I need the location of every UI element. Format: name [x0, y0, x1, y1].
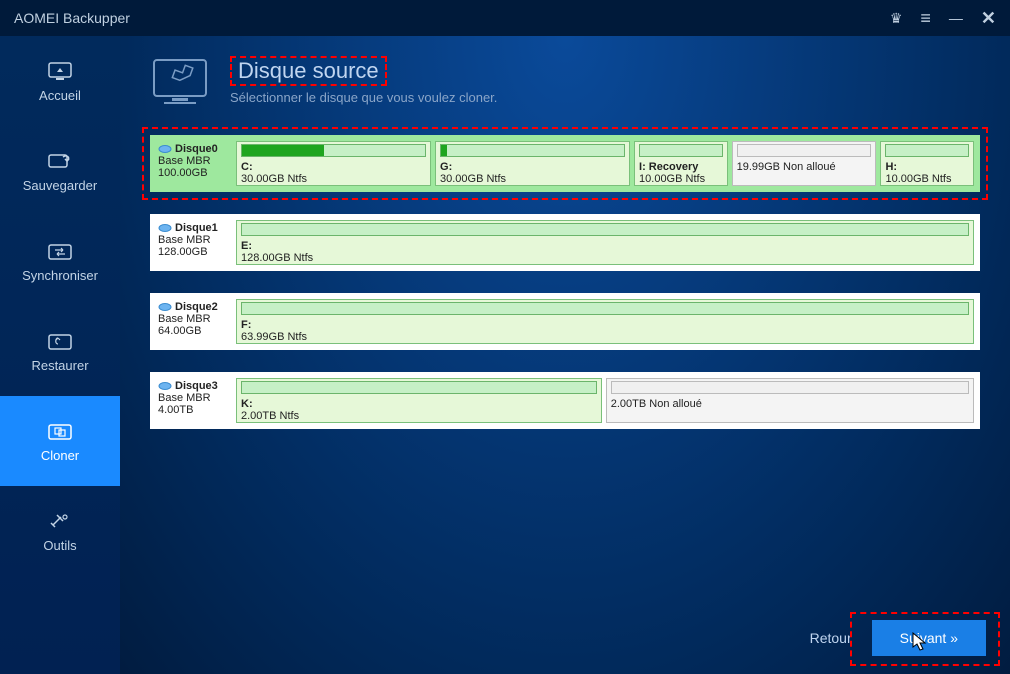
- partition-label: C:: [241, 161, 426, 173]
- disk-partitions: K: 2.00TB Ntfs 2.00TB Non alloué: [236, 378, 974, 423]
- disk-row[interactable]: Disque1 Base MBR 128.00GB E: 128.00GB Nt…: [150, 214, 980, 271]
- backup-icon: [47, 150, 73, 172]
- disk-name: Disque2: [175, 301, 218, 313]
- partition-info: 128.00GB Ntfs: [241, 252, 969, 264]
- partition-info: 19.99GB Non alloué: [737, 161, 872, 173]
- disk-row[interactable]: Disque3 Base MBR 4.00TB K: 2.00TB Ntfs 2…: [150, 372, 980, 429]
- partition-label: F:: [241, 319, 969, 331]
- home-icon: [47, 60, 73, 82]
- disk-name: Disque1: [175, 222, 218, 234]
- sidebar-item-clone[interactable]: Cloner: [0, 396, 120, 486]
- disk-meta: Disque3 Base MBR 4.00TB: [156, 378, 232, 423]
- disk-type: Base MBR: [158, 155, 230, 167]
- partition[interactable]: H: 10.00GB Ntfs: [880, 141, 974, 186]
- partition-label: G:: [440, 161, 625, 173]
- sidebar-item-label: Sauvegarder: [23, 178, 97, 193]
- page-title: Disque source: [230, 56, 387, 86]
- sidebar-item-label: Restaurer: [31, 358, 88, 373]
- next-button[interactable]: Suivant »: [872, 620, 986, 656]
- disk-type: Base MBR: [158, 392, 230, 404]
- partition[interactable]: E: 128.00GB Ntfs: [236, 220, 974, 265]
- disk-row[interactable]: Disque2 Base MBR 64.00GB F: 63.99GB Ntfs: [150, 293, 980, 350]
- partition[interactable]: I: Recovery 10.00GB Ntfs: [634, 141, 728, 186]
- disk-size: 100.00GB: [158, 167, 230, 179]
- sidebar-item-tools[interactable]: Outils: [0, 486, 120, 576]
- disk-partitions: C: 30.00GB Ntfs G: 30.00GB Ntfs I: Recov…: [236, 141, 974, 186]
- titlebar: AOMEI Backupper ♛ ≡ — ✕: [0, 0, 1010, 36]
- sidebar-item-home[interactable]: Accueil: [0, 36, 120, 126]
- screen-icon: [150, 56, 210, 111]
- disk-icon: [158, 144, 172, 154]
- menu-icon[interactable]: ≡: [920, 8, 931, 29]
- window-controls: ♛ ≡ — ✕: [890, 8, 996, 29]
- tools-icon: [47, 510, 73, 532]
- disk-partitions: F: 63.99GB Ntfs: [236, 299, 974, 344]
- partition-unallocated[interactable]: 19.99GB Non alloué: [732, 141, 877, 186]
- page-header: Disque source Sélectionner le disque que…: [150, 56, 980, 111]
- sidebar-item-restore[interactable]: Restaurer: [0, 306, 120, 396]
- back-button[interactable]: Retour: [810, 630, 852, 646]
- sidebar: Accueil Sauvegarder Synchroniser Restaur…: [0, 36, 120, 674]
- disk-type: Base MBR: [158, 313, 230, 325]
- sidebar-item-label: Synchroniser: [22, 268, 98, 283]
- app-title: AOMEI Backupper: [14, 10, 890, 26]
- sidebar-item-label: Cloner: [41, 448, 79, 463]
- partition-info: 10.00GB Ntfs: [885, 173, 969, 185]
- partition-label: E:: [241, 240, 969, 252]
- disk-icon: [158, 302, 172, 312]
- partition-label: I: Recovery: [639, 161, 723, 173]
- sidebar-item-sync[interactable]: Synchroniser: [0, 216, 120, 306]
- disk-type: Base MBR: [158, 234, 230, 246]
- partition-info: 30.00GB Ntfs: [241, 173, 426, 185]
- clone-icon: [47, 420, 73, 442]
- disk-row[interactable]: Disque0 Base MBR 100.00GB C: 30.00GB Ntf…: [150, 135, 980, 192]
- disk-size: 128.00GB: [158, 246, 230, 258]
- disk-meta: Disque1 Base MBR 128.00GB: [156, 220, 232, 265]
- disk-meta: Disque0 Base MBR 100.00GB: [156, 141, 232, 186]
- partition-unallocated[interactable]: 2.00TB Non alloué: [606, 378, 974, 423]
- upgrade-icon[interactable]: ♛: [890, 10, 903, 27]
- partition-info: 2.00TB Non alloué: [611, 398, 969, 410]
- main-panel: Disque source Sélectionner le disque que…: [120, 36, 1010, 674]
- partition[interactable]: C: 30.00GB Ntfs: [236, 141, 431, 186]
- partition-label: K:: [241, 398, 597, 410]
- close-icon[interactable]: ✕: [981, 8, 996, 29]
- page-subtitle: Sélectionner le disque que vous voulez c…: [230, 90, 497, 105]
- disk-icon: [158, 381, 172, 391]
- disk-name: Disque3: [175, 380, 218, 392]
- partition-label: H:: [885, 161, 969, 173]
- footer: Retour Suivant »: [810, 620, 986, 656]
- disk-meta: Disque2 Base MBR 64.00GB: [156, 299, 232, 344]
- partition-info: 30.00GB Ntfs: [440, 173, 625, 185]
- restore-icon: [47, 330, 73, 352]
- sidebar-item-label: Accueil: [39, 88, 81, 103]
- partition-info: 63.99GB Ntfs: [241, 331, 969, 343]
- partition[interactable]: K: 2.00TB Ntfs: [236, 378, 602, 423]
- disk-row-wrap: Disque0 Base MBR 100.00GB C: 30.00GB Ntf…: [150, 135, 980, 192]
- sync-icon: [47, 240, 73, 262]
- partition[interactable]: G: 30.00GB Ntfs: [435, 141, 630, 186]
- disk-size: 4.00TB: [158, 404, 230, 416]
- disk-name: Disque0: [175, 143, 218, 155]
- disk-size: 64.00GB: [158, 325, 230, 337]
- partition-info: 2.00TB Ntfs: [241, 410, 597, 422]
- partition[interactable]: F: 63.99GB Ntfs: [236, 299, 974, 344]
- minimize-icon[interactable]: —: [949, 10, 963, 26]
- disk-icon: [158, 223, 172, 233]
- sidebar-item-backup[interactable]: Sauvegarder: [0, 126, 120, 216]
- disk-list: Disque0 Base MBR 100.00GB C: 30.00GB Ntf…: [150, 135, 980, 429]
- disk-partitions: E: 128.00GB Ntfs: [236, 220, 974, 265]
- sidebar-item-label: Outils: [43, 538, 76, 553]
- partition-info: 10.00GB Ntfs: [639, 173, 723, 185]
